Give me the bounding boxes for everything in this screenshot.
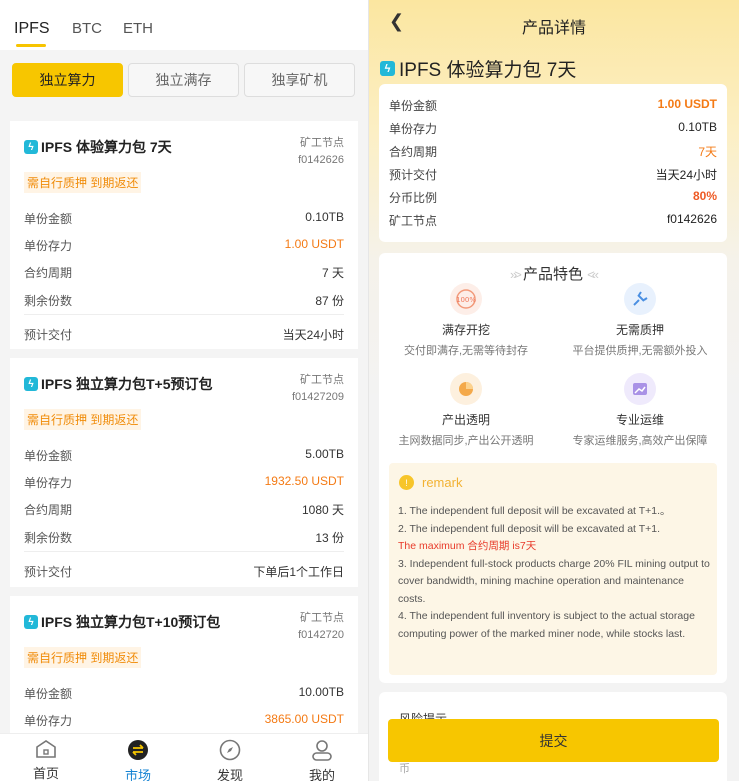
bolt-icon: ϟ: [24, 615, 38, 629]
product-detail-screen: ❮ 产品详情 ϟ IPFS 体验算力包 7天 单份金额 1.00 USDT 单份存力…: [369, 0, 739, 781]
feature-full-storage: 100% 满存开挖 交付即满存,无需等待封存: [379, 283, 553, 358]
card-title: ϟ IPFS 体验算力包 7天: [24, 137, 172, 157]
nav-discover[interactable]: 发现: [184, 734, 276, 781]
card-row: 预计交付 当天24小时: [24, 328, 344, 342]
pledge-tag: 需自行质押 到期返还: [24, 172, 142, 193]
coin-tabs: IPFS BTC ETH: [0, 0, 368, 50]
card-row: 单份存力 3865.00 USDT: [24, 712, 344, 728]
exchange-icon: [127, 739, 149, 761]
nav-market[interactable]: 市场: [92, 734, 184, 781]
market-screen: IPFS BTC ETH 独立算力 独立满存 独享矿机 ϟ IPFS 体验算力包 …: [0, 0, 369, 781]
home-icon: [35, 739, 57, 759]
nav-profile[interactable]: 我的: [276, 734, 368, 781]
card-title: ϟ IPFS 独立算力包T+5预订包: [24, 374, 213, 394]
segment-independent-full[interactable]: 独立满存: [128, 63, 239, 97]
product-name: ϟ IPFS 体验算力包 7天: [380, 55, 576, 82]
bottom-nav: 首页 市场 发现 我的: [0, 733, 368, 781]
detail-row: 单份金额 1.00 USDT: [389, 97, 717, 113]
product-card[interactable]: ϟ IPFS 独立算力包T+10预订包 矿工节点 f0142720 需自行质押 到期…: [10, 596, 358, 746]
card-row: 单份金额 5.00TB: [24, 447, 344, 463]
miner-node: 矿工节点 f0142626: [298, 137, 344, 166]
remark-text: 1. The independent full deposit will be …: [398, 505, 710, 640]
miner-node: 矿工节点 f0142720: [298, 612, 344, 641]
detail-row: 分币比例 80%: [389, 189, 717, 205]
page-title: 产品详情: [521, 20, 586, 37]
card-row: 合约周期 7 天: [24, 266, 344, 280]
card-row: 剩余份数 87 份: [24, 294, 344, 308]
features-heading: »> 产品特色 <«: [509, 266, 599, 283]
pledge-tag: 需自行质押 到期返还: [24, 647, 142, 668]
submit-button[interactable]: 提交: [388, 719, 719, 762]
card-row: 单份存力 1932.50 USDT: [24, 474, 344, 490]
features-card: »> 产品特色 <« 100% 满存开挖 交付即满存,无需等待封存 无需质押 平…: [379, 253, 727, 683]
compass-icon: [219, 739, 241, 761]
detail-card: 单份金额 1.00 USDT 单份存力 0.10TB 合约周期 7天 预计交付 当天24…: [379, 84, 727, 242]
miner-node: 矿工节点 f01427209: [292, 374, 344, 403]
bolt-icon: ϟ: [380, 61, 395, 76]
coin-icon: !: [399, 475, 414, 490]
segment-exclusive-miner[interactable]: 独享矿机: [244, 63, 355, 97]
feature-no-pledge: 无需质押 平台提供质押,无需额外投入: [553, 283, 727, 358]
remark-box: ! remark 1. The independent full deposit …: [389, 463, 717, 675]
detail-row: 矿工节点 f0142626: [389, 212, 717, 228]
remark-title: ! remark: [399, 475, 462, 490]
top-bar: ❮ 产品详情: [369, 0, 739, 44]
card-row: 预计交付 下单后1个工作日: [24, 565, 344, 579]
pie-chart-icon: [450, 373, 482, 405]
segment-independent-power[interactable]: 独立算力: [12, 63, 123, 97]
detail-row: 单份存力 0.10TB: [389, 120, 717, 136]
tab-btc[interactable]: BTC: [72, 20, 102, 37]
product-card[interactable]: ϟ IPFS 独立算力包T+5预订包 矿工节点 f01427209 需自行质押 到期…: [10, 358, 358, 587]
feature-transparent-output: 产出透明 主网数据同步,产出公开透明: [379, 373, 553, 448]
product-card[interactable]: ϟ IPFS 体验算力包 7天 矿工节点 f0142626 需自行质押 到期返还 单…: [10, 121, 358, 349]
bolt-icon: ϟ: [24, 140, 38, 154]
card-row: 单份存力 1.00 USDT: [24, 237, 344, 253]
nav-home[interactable]: 首页: [0, 734, 92, 781]
card-row: 剩余份数 13 份: [24, 531, 344, 545]
card-row: 单份金额 0.10TB: [24, 210, 344, 226]
plug-icon: [624, 283, 656, 315]
tab-ipfs[interactable]: IPFS: [14, 20, 50, 38]
card-row: 合约周期 1080 天: [24, 503, 344, 517]
image-icon: [624, 373, 656, 405]
bolt-icon: ϟ: [24, 377, 38, 391]
detail-row: 合约周期 7天: [389, 145, 717, 159]
tab-eth[interactable]: ETH: [123, 20, 153, 37]
card-row: 单份金额 10.00TB: [24, 685, 344, 701]
user-icon: [311, 739, 333, 761]
active-tab-indicator: [16, 44, 46, 47]
svg-text:100%: 100%: [456, 296, 476, 304]
feature-pro-maintenance: 专业运维 专家运维服务,高效产出保障: [553, 373, 727, 448]
divider: [24, 551, 344, 552]
detail-row: 预计交付 当天24小时: [389, 168, 717, 182]
storage-100-icon: 100%: [450, 283, 482, 315]
pledge-tag: 需自行质押 到期返还: [24, 409, 142, 430]
divider: [24, 314, 344, 315]
card-title: ϟ IPFS 独立算力包T+10预订包: [24, 612, 220, 632]
